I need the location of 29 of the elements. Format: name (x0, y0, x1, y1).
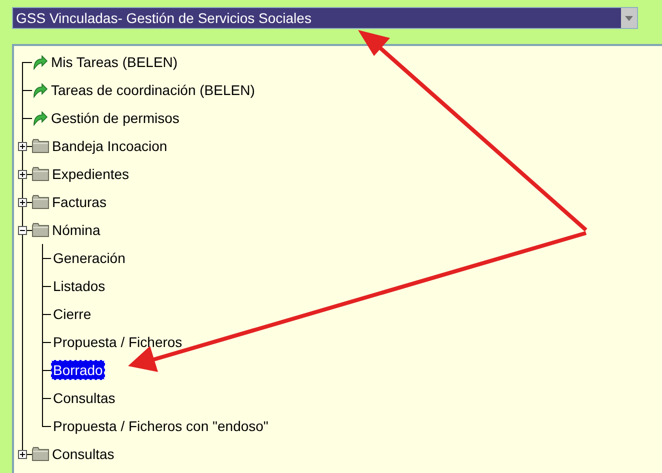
folder-icon (32, 167, 49, 181)
folder-icon (32, 195, 49, 209)
folder-icon (32, 139, 49, 153)
tree-item[interactable]: Expedientes (50, 164, 132, 184)
curved-arrow-icon (32, 82, 48, 98)
expand-toggle[interactable] (18, 226, 27, 235)
tree-item[interactable]: Mis Tareas (BELEN) (49, 52, 180, 72)
tree-item[interactable]: Facturas (50, 192, 108, 212)
tree-item[interactable]: Consultas (50, 444, 116, 464)
tree-item[interactable]: Generación (51, 248, 128, 268)
curved-arrow-icon (32, 110, 48, 126)
tree-item[interactable]: Consultas (51, 388, 118, 408)
tree-item[interactable]: Gestión de permisos (49, 108, 182, 128)
curved-arrow-icon (32, 54, 48, 70)
folder-icon (32, 223, 49, 237)
expand-toggle[interactable] (18, 450, 27, 459)
folder-icon (32, 447, 49, 461)
expand-toggle[interactable] (18, 198, 27, 207)
expand-toggle[interactable] (18, 170, 27, 179)
tree-item[interactable]: Cierre (51, 304, 94, 324)
tree-item[interactable]: Bandeja Incoacion (50, 136, 170, 156)
tree-item[interactable]: Propuesta / Ficheros con "endoso" (51, 416, 270, 436)
tree-item[interactable]: Borrado (51, 360, 105, 380)
tree-item[interactable]: Nómina (50, 220, 102, 240)
tree-item[interactable]: Listados (51, 276, 108, 296)
expand-toggle[interactable] (18, 142, 27, 151)
tree-item[interactable]: Tareas de coordinación (BELEN) (49, 80, 257, 100)
module-dropdown[interactable]: GSS Vinculadas- Gestión de Servicios Sociales (12, 7, 638, 29)
tree-item[interactable]: Propuesta / Ficheros (51, 332, 184, 352)
